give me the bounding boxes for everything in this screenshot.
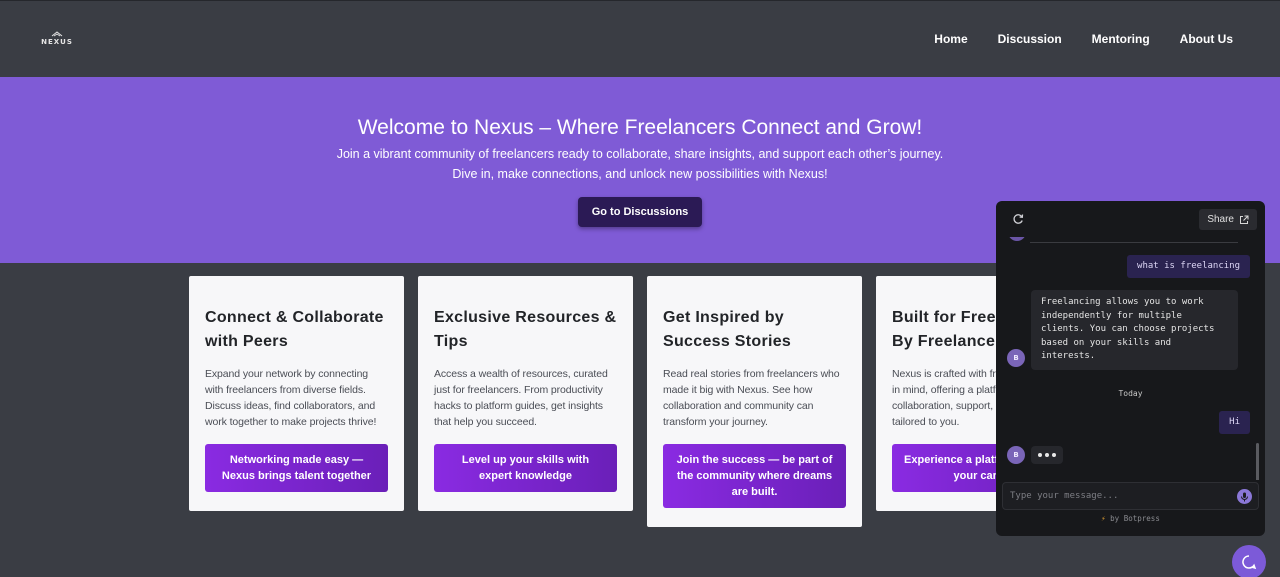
- share-button[interactable]: Share: [1199, 209, 1257, 230]
- feature-card-connect: Connect & Collaborate with Peers Expand …: [189, 276, 404, 511]
- previous-message-edge: [1030, 239, 1238, 243]
- logo-mark-icon: [51, 31, 63, 37]
- level-up-button[interactable]: Level up your skills with expert knowled…: [434, 444, 617, 492]
- card-description: Access a wealth of resources, curated ju…: [434, 368, 608, 428]
- card-title: Exclusive Resources & Tips: [434, 309, 617, 350]
- bot-message: Freelancing allows you to work independe…: [1031, 290, 1238, 370]
- mic-icon: [1241, 492, 1248, 501]
- card-description: Expand your network by connecting with f…: [205, 368, 377, 428]
- message-input[interactable]: [1010, 483, 1230, 509]
- refresh-icon[interactable]: [1012, 213, 1024, 225]
- nav-link-mentoring[interactable]: Mentoring: [1092, 32, 1150, 46]
- hero-title: Welcome to Nexus – Where Freelancers Con…: [357, 116, 923, 139]
- nexus-logo[interactable]: NEXUS: [38, 31, 76, 49]
- top-navbar: NEXUS Home Discussion Mentoring About Us: [0, 0, 1280, 77]
- chat-scrollbar[interactable]: [1256, 443, 1259, 480]
- nav-link-discussion[interactable]: Discussion: [998, 32, 1062, 46]
- powered-by-footer[interactable]: ⚡ by Botpress: [996, 514, 1265, 523]
- typing-indicator: [1031, 446, 1063, 464]
- chat-launcher-button[interactable]: [1232, 545, 1266, 577]
- join-success-button[interactable]: Join the success — be part of the commun…: [663, 444, 846, 508]
- date-separator: Today: [1118, 389, 1143, 398]
- chat-messages: what is freelancing Freelancing allows y…: [996, 237, 1265, 480]
- hero-subtitle-line-1: Join a vibrant community of freelancers …: [336, 147, 944, 161]
- bolt-icon: ⚡: [1101, 514, 1106, 523]
- go-to-discussions-button[interactable]: Go to Discussions: [577, 197, 703, 227]
- feature-card-success-stories: Get Inspired by Success Stories Read rea…: [647, 276, 862, 527]
- chat-widget: Share what is freelancing Freelancing al…: [996, 201, 1265, 536]
- feature-card-resources: Exclusive Resources & Tips Access a weal…: [418, 276, 633, 511]
- nav-link-about-us[interactable]: About Us: [1180, 32, 1233, 46]
- nav-links: Home Discussion Mentoring About Us: [934, 32, 1233, 46]
- external-link-icon: [1240, 215, 1249, 224]
- hero-subtitle: Join a vibrant community of freelancers …: [0, 145, 1280, 184]
- typing-dot: [1052, 453, 1056, 457]
- user-message: what is freelancing: [1127, 255, 1250, 278]
- voice-input-button[interactable]: [1237, 489, 1252, 504]
- typing-dot: [1038, 453, 1042, 457]
- user-message: Hi: [1219, 411, 1250, 434]
- card-title: Connect & Collaborate with Peers: [205, 309, 384, 350]
- nav-link-home[interactable]: Home: [934, 32, 967, 46]
- hero-subtitle-line-2: Dive in, make connections, and unlock ne…: [452, 166, 828, 181]
- powered-by-text: by Botpress: [1110, 514, 1160, 523]
- avatar: [1008, 237, 1026, 241]
- chat-bubble-icon: [1242, 555, 1257, 570]
- logo-text: NEXUS: [41, 38, 73, 46]
- share-label: Share: [1207, 214, 1234, 225]
- networking-button[interactable]: Networking made easy — Nexus brings tale…: [205, 444, 388, 492]
- typing-dot: [1045, 453, 1049, 457]
- card-description: Read real stories from freelancers who m…: [663, 368, 840, 428]
- message-input-box: [1002, 482, 1259, 510]
- chat-header: Share: [996, 201, 1265, 237]
- bot-avatar: B: [1007, 349, 1025, 367]
- card-title: Get Inspired by Success Stories: [663, 309, 792, 350]
- bot-avatar: B: [1007, 446, 1025, 464]
